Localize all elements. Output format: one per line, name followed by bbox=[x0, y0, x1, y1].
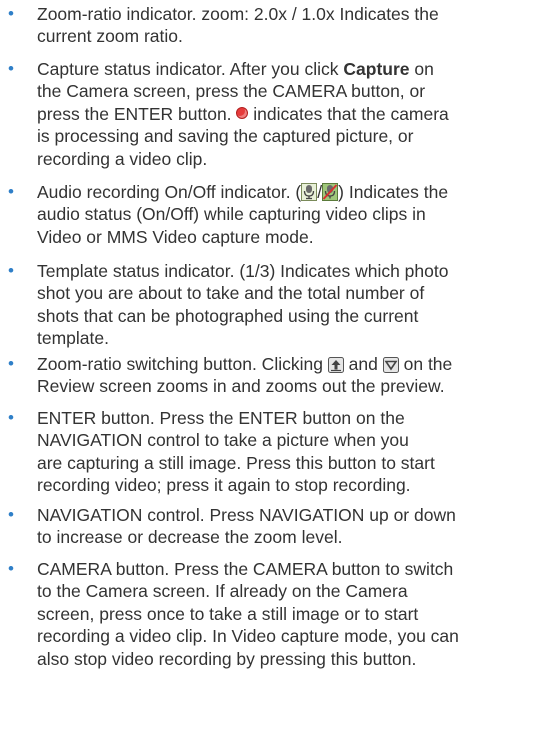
item-line: CAMERA button. Press the CAMERA button t… bbox=[37, 559, 454, 579]
bullet: • bbox=[8, 261, 14, 280]
item-text: on bbox=[409, 59, 434, 79]
item-line: recording a video clip. In Video capture… bbox=[37, 626, 459, 647]
item-line: shot you are about to take and the total… bbox=[37, 283, 425, 304]
bullet: • bbox=[8, 59, 14, 78]
item-line: audio status (On/Off) while capturing vi… bbox=[37, 204, 426, 225]
item-line: to increase or decrease the zoom level. bbox=[37, 527, 343, 548]
item-text: press the ENTER button. bbox=[37, 103, 237, 124]
item-text: on the bbox=[398, 354, 453, 374]
item-line: to the Camera screen. If already on the … bbox=[37, 581, 408, 602]
bullet: • bbox=[8, 408, 14, 427]
item-text: Audio recording On/Off indicator. ( bbox=[37, 182, 302, 202]
item-line: NAVIGATION control. Press NAVIGATION up … bbox=[37, 505, 456, 525]
status-dot-icon bbox=[236, 106, 249, 119]
item-line: template. bbox=[37, 328, 109, 349]
item-text: indicates that the camera bbox=[248, 103, 449, 124]
capture-bold-term: Capture bbox=[343, 59, 410, 79]
item-line: shots that can be photographed using the… bbox=[37, 305, 419, 326]
item-line: Review screen zooms in and zooms out the… bbox=[37, 376, 445, 397]
indicator-list: • Zoom-ratio indicator. zoom: 2.0x / 1.0… bbox=[0, 0, 553, 753]
bullet: • bbox=[8, 4, 14, 23]
item-text: Zoom-ratio switching button. Clicking bbox=[37, 354, 328, 374]
item-line: is processing and saving the captured pi… bbox=[37, 126, 414, 147]
bullet: • bbox=[8, 505, 14, 524]
item-line: recording a video clip. bbox=[37, 148, 208, 169]
bullet: • bbox=[8, 182, 14, 201]
item-line: Video or MMS Video capture mode. bbox=[37, 226, 314, 247]
item-line: the Camera screen, press the CAMERA butt… bbox=[37, 81, 426, 102]
item-text: ) Indicates the bbox=[338, 182, 449, 202]
item-line: NAVIGATION control to take a picture whe… bbox=[37, 430, 409, 451]
bullet: • bbox=[8, 559, 14, 578]
item-text: and bbox=[343, 354, 383, 374]
item-line: Template status indicator. (1/3) Indicat… bbox=[37, 261, 449, 281]
item-line: are capturing a still image. Press this … bbox=[37, 452, 435, 473]
item-text: Capture status indicator. After you clic… bbox=[37, 59, 344, 79]
item-line: ENTER button. Press the ENTER button on … bbox=[37, 408, 405, 428]
item-line: also stop video recording by pressing th… bbox=[37, 648, 417, 669]
item-line: Zoom-ratio indicator. zoom: 2.0x / 1.0x … bbox=[37, 4, 439, 24]
item-line: recording video; press it again to stop … bbox=[37, 475, 411, 496]
item-line: screen, press once to take a still image… bbox=[37, 603, 419, 624]
item-line: current zoom ratio. bbox=[37, 26, 183, 47]
bullet: • bbox=[8, 354, 14, 373]
